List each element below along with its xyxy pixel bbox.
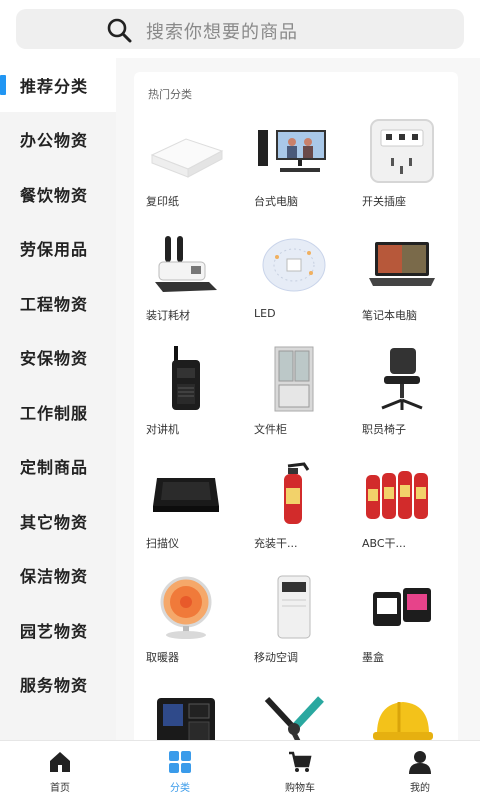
product-name: 开关插座 <box>362 195 406 208</box>
sidebar-item-recommended[interactable]: 推荐分类 <box>0 58 116 112</box>
product-name: 文件柜 <box>254 423 287 436</box>
product-cell[interactable]: 移动空调 <box>242 572 350 686</box>
office-chair-icon <box>381 348 423 410</box>
sidebar-item-label: 工程物资 <box>20 295 89 314</box>
tab-profile[interactable]: 我的 <box>360 741 480 800</box>
category-content: 热门分类 复印纸 台式电脑 开关插座 装订耗材 LED 笔记本电脑 对讲机 文件… <box>116 58 480 740</box>
product-name: 扫描仪 <box>146 537 179 550</box>
fire-extinguisher-icon <box>284 462 310 524</box>
wall-socket-icon <box>370 119 434 183</box>
paper-stack-icon <box>150 138 224 178</box>
sidebar-item-office[interactable]: 办公物资 <box>0 112 116 166</box>
search-icon <box>107 18 132 43</box>
sidebar-item-other[interactable]: 其它物资 <box>0 494 116 548</box>
sidebar-item-engineering[interactable]: 工程物资 <box>0 276 116 330</box>
heater-icon <box>160 576 212 639</box>
sidebar-item-gardening[interactable]: 园艺物资 <box>0 603 116 657</box>
product-cell[interactable] <box>242 686 350 740</box>
safety-helmet-icon <box>373 702 433 740</box>
file-cabinet-icon <box>274 346 314 412</box>
product-cell[interactable]: 开关插座 <box>350 116 458 230</box>
bottom-tab-bar: 首页 分类 购物车 我的 <box>0 740 480 800</box>
product-cell[interactable]: 台式电脑 <box>242 116 350 230</box>
desktop-computer-icon <box>258 130 326 172</box>
product-cell[interactable]: 取暖器 <box>134 572 242 686</box>
sidebar-item-label: 办公物资 <box>20 131 89 150</box>
product-cell[interactable]: 装订耗材 <box>134 230 242 344</box>
product-name: 充装干... <box>254 537 298 550</box>
sidebar-item-labor-protection[interactable]: 劳保用品 <box>0 221 116 275</box>
product-cell[interactable]: ABC干... <box>350 458 458 572</box>
cart-icon <box>289 751 312 772</box>
sidebar-item-security[interactable]: 安保物资 <box>0 330 116 384</box>
product-name: 笔记本电脑 <box>362 309 417 322</box>
product-cell[interactable]: 职员椅子 <box>350 344 458 458</box>
tab-home[interactable]: 首页 <box>0 741 120 800</box>
sidebar-item-label: 安保物资 <box>20 349 89 368</box>
sidebar-item-label: 其它物资 <box>20 513 89 532</box>
product-name: LED <box>254 307 276 320</box>
sidebar-item-services[interactable]: 服务物资 <box>0 657 116 711</box>
laptop-icon <box>369 242 435 286</box>
category-sidebar: 推荐分类 办公物资 餐饮物资 劳保用品 工程物资 安保物资 工作制服 定制商品 … <box>0 58 116 740</box>
product-name: 装订耗材 <box>146 309 190 322</box>
category-grid-icon <box>169 751 191 773</box>
tab-label: 我的 <box>410 783 430 794</box>
sidebar-item-label: 定制商品 <box>20 458 89 477</box>
product-cell[interactable]: 对讲机 <box>134 344 242 458</box>
tab-cart[interactable]: 购物车 <box>240 741 360 800</box>
product-name: 对讲机 <box>146 423 179 436</box>
sidebar-item-label: 保洁物资 <box>20 567 89 586</box>
hot-category-panel: 热门分类 复印纸 台式电脑 开关插座 装订耗材 LED 笔记本电脑 对讲机 文件… <box>134 72 458 740</box>
sidebar-item-uniforms[interactable]: 工作制服 <box>0 385 116 439</box>
product-cell[interactable]: 墨盒 <box>350 572 458 686</box>
sidebar-item-label: 服务物资 <box>20 676 89 695</box>
product-cell[interactable]: 笔记本电脑 <box>350 230 458 344</box>
product-name: 台式电脑 <box>254 195 298 208</box>
tab-label: 首页 <box>50 783 70 794</box>
product-name: 复印纸 <box>146 195 179 208</box>
product-name: 取暖器 <box>146 651 179 664</box>
product-cell[interactable]: 文件柜 <box>242 344 350 458</box>
sidebar-item-catering[interactable]: 餐饮物资 <box>0 167 116 221</box>
product-name: 墨盒 <box>362 651 384 664</box>
sidebar-item-custom[interactable]: 定制商品 <box>0 439 116 493</box>
product-cell[interactable]: 复印纸 <box>134 116 242 230</box>
user-icon <box>409 751 431 774</box>
product-cell[interactable]: 扫描仪 <box>134 458 242 572</box>
sidebar-item-label: 劳保用品 <box>20 240 89 259</box>
portable-ac-icon <box>277 575 311 639</box>
search-placeholder: 搜索你想要的商品 <box>146 22 298 43</box>
active-indicator <box>0 75 6 95</box>
binding-machine-icon <box>155 236 217 292</box>
tab-label: 购物车 <box>285 783 315 794</box>
scanner-icon <box>153 478 219 512</box>
product-name: ABC干... <box>362 537 407 550</box>
section-title: 热门分类 <box>148 88 192 101</box>
ink-cartridge-icon <box>373 588 431 626</box>
sidebar-item-label: 园艺物资 <box>20 622 89 641</box>
crimping-tool-icon <box>264 696 324 740</box>
tab-category[interactable]: 分类 <box>120 741 240 800</box>
product-name: 职员椅子 <box>362 423 406 436</box>
attendance-terminal-icon <box>157 698 215 740</box>
sidebar-item-label: 工作制服 <box>20 404 89 423</box>
product-cell[interactable] <box>350 686 458 740</box>
search-bar[interactable]: 搜索你想要的商品 <box>16 9 464 49</box>
product-cell[interactable] <box>134 686 242 740</box>
product-cell[interactable]: 充装干... <box>242 458 350 572</box>
tab-label: 分类 <box>170 783 190 794</box>
home-icon <box>50 752 70 772</box>
sidebar-item-label: 推荐分类 <box>20 77 89 96</box>
sidebar-item-cleaning[interactable]: 保洁物资 <box>0 548 116 602</box>
sidebar-item-label: 餐饮物资 <box>20 186 89 205</box>
led-panel-icon <box>262 238 326 292</box>
extinguisher-group-icon <box>366 471 428 519</box>
walkie-talkie-icon <box>172 346 200 410</box>
product-cell[interactable]: LED <box>242 230 350 344</box>
product-name: 移动空调 <box>254 651 298 664</box>
